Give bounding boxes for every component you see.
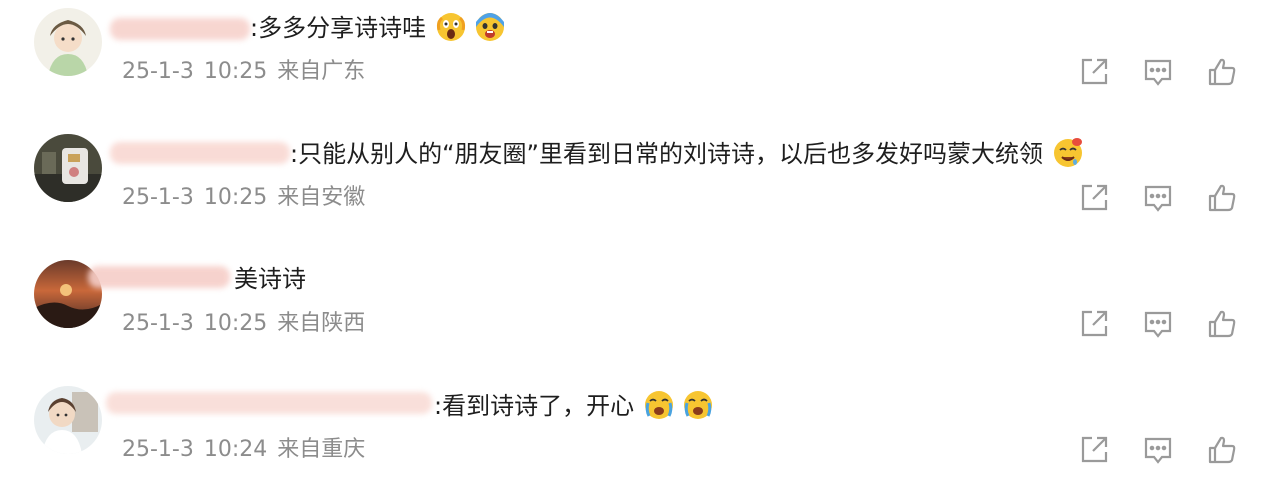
avatar[interactable] [34, 386, 102, 454]
comment-time: 10:25 [203, 185, 268, 210]
username-redacted[interactable] [106, 392, 432, 414]
avatar[interactable] [34, 8, 102, 76]
comment-date: 25-1-3 [122, 185, 194, 210]
comment-meta: 25-1-3 10:25 来自广东 [122, 58, 365, 86]
separator: : [250, 14, 259, 42]
comment-item: :看到诗诗了，开心 25-1-3 10:24 来自重庆 [0, 372, 1280, 496]
share-icon[interactable] [1078, 308, 1110, 340]
comment-body: 美诗诗 [234, 265, 306, 293]
comment-time: 10:24 [203, 437, 268, 462]
comment-body: 看到诗诗了，开心 [442, 392, 635, 420]
comment-icon[interactable] [1142, 56, 1174, 88]
comment-item: :多多分享诗诗哇 25-1-3 10:25 来自广东 [0, 0, 1280, 124]
comment-text: :只能从别人的“朋友圈”里看到日常的刘诗诗，以后也多发好吗蒙大统领 [290, 138, 1083, 169]
comment-meta: 25-1-3 10:25 来自安徽 [122, 184, 365, 212]
comment-item: 美诗诗 25-1-3 10:25 来自陕西 [0, 248, 1280, 372]
share-icon[interactable] [1078, 182, 1110, 214]
comment-text: :看到诗诗了，开心 [434, 390, 713, 421]
comment-location: 来自安徽 [277, 185, 366, 210]
like-icon[interactable] [1206, 56, 1238, 88]
avatar[interactable] [34, 134, 102, 202]
share-icon[interactable] [1078, 434, 1110, 466]
screaming-face-emoji [436, 12, 466, 42]
crying-laugh-face-emoji [644, 390, 674, 420]
comment-icon[interactable] [1142, 308, 1174, 340]
comment-meta: 25-1-3 10:25 来自陕西 [122, 310, 365, 338]
drooling-face-emoji [1053, 138, 1083, 168]
comment-date: 25-1-3 [122, 59, 194, 84]
crying-laugh-face-emoji [683, 390, 713, 420]
separator: : [290, 140, 299, 168]
comment-date: 25-1-3 [122, 437, 194, 462]
comment-meta: 25-1-3 10:24 来自重庆 [122, 436, 365, 464]
shocked-face-emoji [475, 12, 505, 42]
comment-location: 来自广东 [277, 59, 366, 84]
share-icon[interactable] [1078, 56, 1110, 88]
comment-text: 美诗诗 [234, 264, 306, 294]
like-icon[interactable] [1206, 182, 1238, 214]
separator: : [434, 392, 443, 420]
username-redacted[interactable] [110, 18, 250, 40]
comment-location: 来自陕西 [277, 311, 366, 336]
comment-body: 多多分享诗诗哇 [258, 14, 427, 42]
comment-time: 10:25 [203, 59, 268, 84]
comment-text: :多多分享诗诗哇 [250, 12, 505, 43]
comment-location: 来自重庆 [277, 437, 366, 462]
like-icon[interactable] [1206, 308, 1238, 340]
comment-icon[interactable] [1142, 182, 1174, 214]
comment-time: 10:25 [203, 311, 268, 336]
comment-icon[interactable] [1142, 434, 1174, 466]
username-redacted[interactable] [88, 266, 230, 288]
comment-item: :只能从别人的“朋友圈”里看到日常的刘诗诗，以后也多发好吗蒙大统领 25-1-3… [0, 124, 1280, 248]
username-redacted[interactable] [110, 142, 290, 164]
like-icon[interactable] [1206, 434, 1238, 466]
comment-body: 只能从别人的“朋友圈”里看到日常的刘诗诗，以后也多发好吗蒙大统领 [298, 140, 1043, 168]
comment-date: 25-1-3 [122, 311, 194, 336]
